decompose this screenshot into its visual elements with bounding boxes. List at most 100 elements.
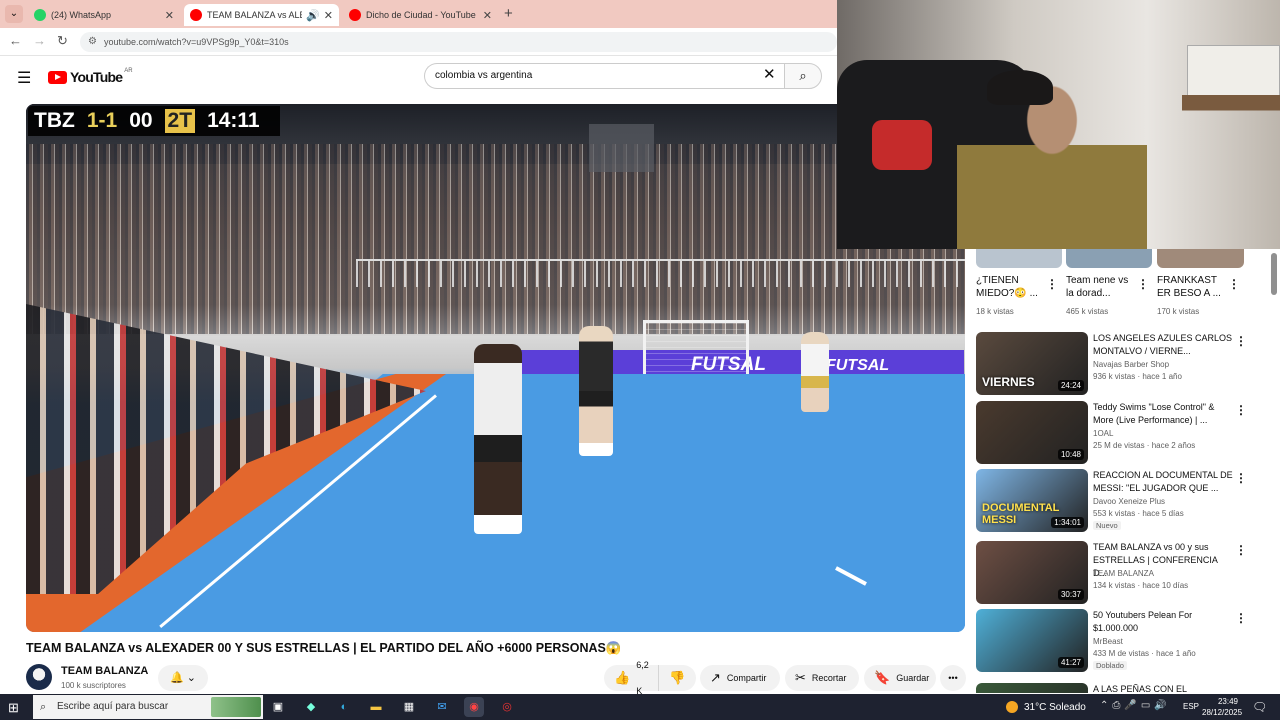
short-title[interactable]: FRANKKAST ER BESO A ... [1157, 274, 1227, 300]
weather-widget[interactable]: 31°C Soleado [1006, 701, 1086, 713]
video-thumbnail[interactable]: 30:37 [976, 541, 1088, 604]
video-title[interactable]: Teddy Swims "Lose Control" & More (Live … [1093, 401, 1233, 427]
recording-app-icon[interactable]: ◎ [497, 697, 517, 717]
clip-label: Recortar [811, 673, 847, 683]
notification-bell-button[interactable]: 🔔 ⌄ [158, 665, 208, 691]
site-info-icon[interactable]: ⚙ [88, 36, 97, 48]
video-channel[interactable]: Navajas Barber Shop [1093, 360, 1169, 369]
forward-icon[interactable]: → [33, 33, 46, 48]
taskbar-search-placeholder: Escribe aquí para buscar [57, 701, 169, 712]
notification-center-icon[interactable]: 🗨 [1252, 700, 1267, 714]
more-options-icon[interactable]: ⋮ [1137, 277, 1149, 291]
recommended-video[interactable]: A LAS PEÑAS CON EL REFERI?... [976, 683, 1266, 693]
video-duration: 30:37 [1057, 589, 1084, 600]
mail-icon[interactable]: ✉ [432, 697, 452, 717]
tab-search-button[interactable]: ⌄ [5, 5, 23, 23]
file-explorer-icon[interactable]: ▬ [366, 697, 386, 717]
video-title[interactable]: 50 Youtubers Pelean For $1.000.000 [1093, 609, 1233, 635]
language-indicator[interactable]: ESP [1183, 702, 1199, 711]
video-thumbnail[interactable]: DOCUMENTAL MESSI 1:34:01 [976, 469, 1088, 532]
more-options-icon[interactable]: ⋮ [1235, 471, 1247, 485]
more-options-icon[interactable]: ⋮ [1235, 543, 1247, 557]
channel-name[interactable]: TEAM BALANZA [61, 665, 148, 677]
video-thumbnail[interactable] [976, 683, 1088, 693]
tab-dicho-de-ciudad[interactable]: Dicho de Ciudad - YouTube ✕ [343, 4, 498, 26]
new-tab-button[interactable]: + [504, 5, 513, 22]
task-view-icon[interactable]: ▣ [268, 697, 288, 717]
edge-icon[interactable]: ◐ [334, 697, 354, 717]
short-views: 465 k vistas [1066, 307, 1109, 316]
windows-start-icon[interactable]: ⊞ [8, 700, 19, 716]
thumbs-up-icon: 👍 [614, 670, 631, 685]
video-thumbnail[interactable]: 10:48 [976, 401, 1088, 464]
store-icon[interactable]: ▦ [399, 697, 419, 717]
reload-icon[interactable]: ↻ [57, 33, 68, 49]
like-button[interactable]: 👍 6,2 K [604, 660, 658, 696]
video-channel[interactable]: MrBeast [1093, 637, 1123, 646]
clear-search-icon[interactable]: ✕ [763, 67, 776, 83]
short-thumbnail[interactable] [976, 249, 1062, 268]
sidebar-scrollbar[interactable] [1271, 249, 1277, 693]
copilot-icon[interactable]: ◆ [301, 697, 321, 717]
more-options-icon[interactable]: ⋮ [1228, 277, 1240, 291]
video-channel[interactable]: Davoo Xeneize Plus [1093, 497, 1165, 506]
video-meta: 433 M de vistas · hace 1 año [1093, 649, 1196, 658]
video-title[interactable]: A LAS PEÑAS CON EL REFERI?... [1093, 683, 1233, 693]
short-thumbnail[interactable] [1157, 249, 1244, 268]
menu-icon[interactable]: ☰ [17, 68, 31, 88]
recommended-video[interactable]: VIERNES 24:24 LOS ANGELES AZULES CARLOS … [976, 332, 1266, 398]
youtube-logo[interactable]: YouTube AR [48, 68, 133, 85]
taskbar-clock[interactable]: 23:49 28/12/2025 [1202, 696, 1242, 718]
channel-avatar[interactable] [26, 664, 52, 690]
url-text: youtube.com/watch?v=u9VPSg9p_Y0&t=310s [104, 37, 289, 47]
close-icon[interactable]: ✕ [324, 9, 333, 22]
video-meta: 134 k vistas · hace 10 días [1093, 581, 1189, 590]
dislike-button[interactable]: 👎 [658, 665, 696, 691]
more-actions-button[interactable]: ••• [940, 665, 966, 691]
bookmark-icon: 🔖 [874, 670, 891, 685]
url-field[interactable]: ⚙ youtube.com/watch?v=u9VPSg9p_Y0&t=310s [80, 32, 837, 52]
video-thumbnail[interactable]: VIERNES 24:24 [976, 332, 1088, 395]
close-icon[interactable]: ✕ [165, 9, 174, 22]
clip-button[interactable]: ✂ Recortar [785, 665, 859, 691]
more-options-icon[interactable]: ⋮ [1235, 403, 1247, 417]
more-icon: ••• [948, 673, 958, 683]
video-title[interactable]: REACCION AL DOCUMENTAL DE MESSI: "EL JUG… [1093, 469, 1233, 495]
speaker-icon[interactable]: 🔊 [306, 9, 320, 22]
more-options-icon[interactable]: ⋮ [1046, 277, 1058, 291]
taskbar-search-input[interactable]: ⌕ Escribe aquí para buscar [33, 695, 263, 719]
share-button[interactable]: ↗ Compartir [700, 665, 780, 691]
video-thumbnail[interactable]: 41:27 [976, 609, 1088, 672]
search-input[interactable]: colombia vs argentina [424, 63, 784, 89]
tab-youtube-active[interactable]: TEAM BALANZA vs ALEXAD 🔊 ✕ [184, 4, 339, 26]
new-badge: Nuevo [1093, 521, 1121, 530]
more-options-icon[interactable]: ⋮ [1235, 611, 1247, 625]
short-title[interactable]: ¿TIENEN MIEDO?😳 ... [976, 274, 1046, 300]
system-tray-icons[interactable]: ⌃⎙🎤▭🔊 [1100, 700, 1171, 711]
save-button[interactable]: 🔖 Guardar [864, 665, 936, 691]
video-channel[interactable]: 1OAL [1093, 429, 1113, 438]
chrome-icon[interactable]: ◉ [464, 697, 484, 717]
search-icon: ⌕ [799, 68, 807, 83]
recommended-video[interactable]: 10:48 Teddy Swims "Lose Control" & More … [976, 401, 1266, 467]
scrollbar-thumb[interactable] [1271, 253, 1277, 295]
search-icon: ⌕ [40, 701, 47, 713]
video-duration: 1:34:01 [1051, 517, 1084, 528]
share-label: Compartir [726, 673, 767, 683]
video-title[interactable]: LOS ANGELES AZULES CARLOS MONTALVO / VIE… [1093, 332, 1233, 358]
search-button[interactable]: ⌕ [784, 63, 822, 89]
close-icon[interactable]: ✕ [483, 9, 492, 22]
short-thumbnail[interactable] [1066, 249, 1152, 268]
short-title[interactable]: Team nene vs la dorad... [1066, 274, 1136, 300]
video-channel[interactable]: TEAM BALANZA [1093, 569, 1154, 578]
more-options-icon[interactable]: ⋮ [1235, 334, 1247, 348]
video-meta: 553 k vistas · hace 5 días [1093, 509, 1184, 518]
recommended-video[interactable]: 41:27 50 Youtubers Pelean For $1.000.000… [976, 609, 1266, 675]
recommended-video[interactable]: DOCUMENTAL MESSI 1:34:01 REACCION AL DOC… [976, 469, 1266, 535]
recommended-video[interactable]: 30:37 TEAM BALANZA vs 00 y sus ESTRELLAS… [976, 541, 1266, 607]
video-player[interactable]: FUTSAL FUTSAL TBZ 1-1 00 2T 14:11 [26, 104, 965, 632]
back-icon[interactable]: ← [9, 33, 22, 48]
player [579, 326, 613, 456]
tab-title: (24) WhatsApp [51, 10, 112, 20]
tab-whatsapp[interactable]: (24) WhatsApp ✕ [28, 4, 180, 26]
